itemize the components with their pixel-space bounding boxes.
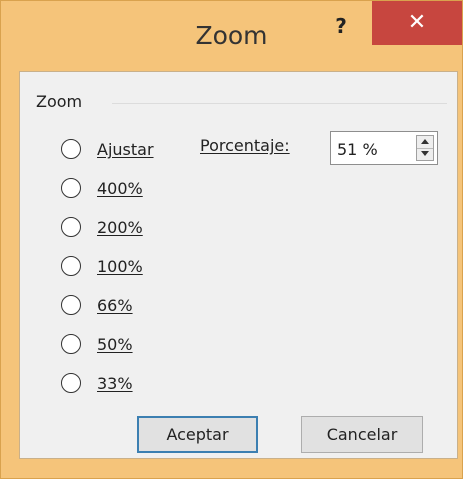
radio-button[interactable]	[61, 217, 81, 237]
close-button[interactable]: ✕	[372, 1, 462, 45]
radio-33[interactable]: 33%	[61, 369, 133, 397]
dialog-body: Zoom Ajustar 400% 200% 100% 66% 50% 33%	[19, 71, 458, 459]
percentage-spinbox[interactable]	[330, 131, 438, 165]
cancel-button[interactable]: Cancelar	[301, 416, 423, 453]
help-button[interactable]: ?	[326, 13, 356, 43]
radio-400[interactable]: 400%	[61, 174, 143, 202]
group-label: Zoom	[36, 92, 89, 111]
percentage-input[interactable]	[335, 137, 409, 161]
radio-50[interactable]: 50%	[61, 330, 133, 358]
radio-label: 66%	[97, 295, 133, 315]
zoom-dialog: Zoom ? ✕ Zoom Ajustar 400% 200% 100% 66%	[0, 0, 463, 479]
radio-200[interactable]: 200%	[61, 213, 143, 241]
radio-label: 50%	[97, 334, 133, 354]
radio-label: 400%	[97, 178, 143, 198]
radio-ajustar[interactable]: Ajustar	[61, 135, 154, 163]
radio-label: 33%	[97, 373, 133, 393]
radio-100[interactable]: 100%	[61, 252, 143, 280]
radio-button[interactable]	[61, 373, 81, 393]
spin-buttons[interactable]	[416, 135, 434, 161]
radio-button[interactable]	[61, 334, 81, 354]
radio-button[interactable]	[61, 178, 81, 198]
group-divider	[112, 103, 447, 104]
radio-label: 100%	[97, 256, 143, 276]
radio-button[interactable]	[61, 295, 81, 315]
ok-button[interactable]: Aceptar	[137, 416, 258, 453]
radio-label: 200%	[97, 217, 143, 237]
title-bar[interactable]: Zoom ? ✕	[1, 1, 462, 67]
radio-button[interactable]	[61, 256, 81, 276]
radio-66[interactable]: 66%	[61, 291, 133, 319]
radio-button[interactable]	[61, 139, 81, 159]
radio-label: Ajustar	[97, 139, 154, 159]
close-icon: ✕	[407, 10, 427, 35]
percentage-label: Porcentaje:	[200, 136, 290, 155]
spin-down-icon[interactable]	[417, 148, 433, 160]
